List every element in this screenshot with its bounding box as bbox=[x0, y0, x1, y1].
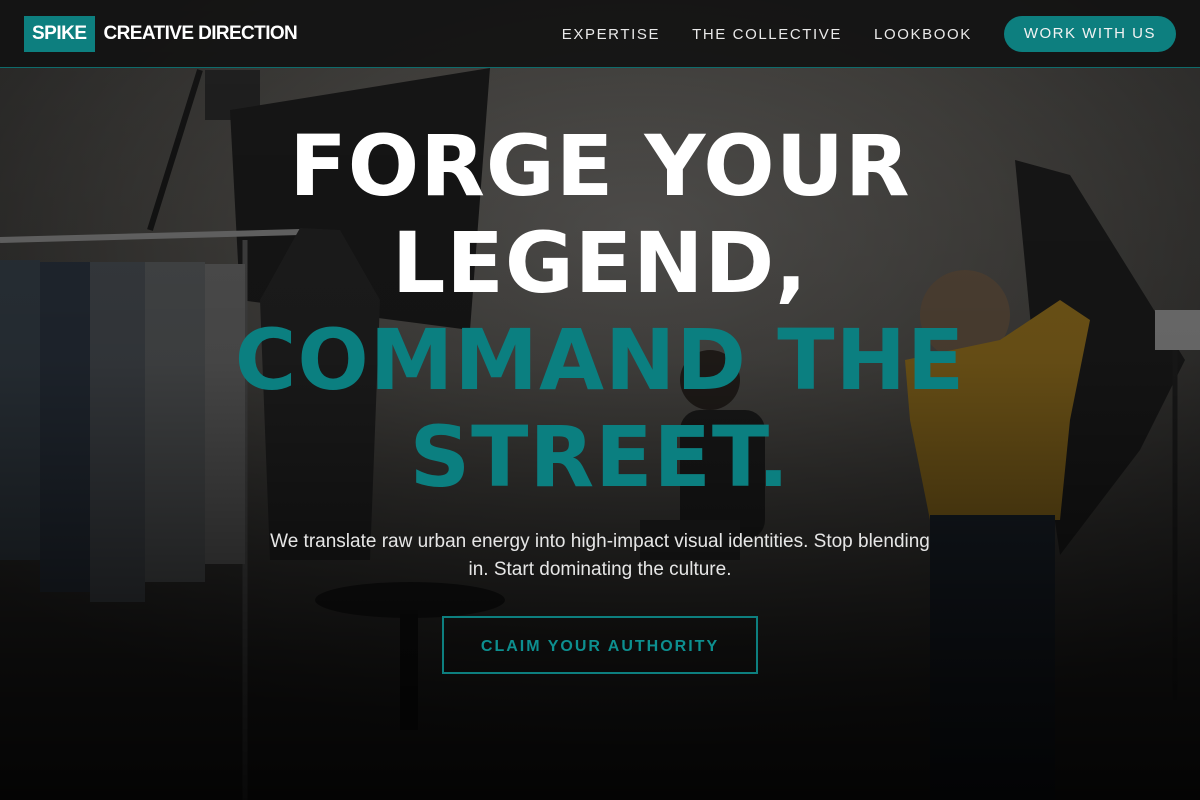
nav-links: EXPERTISE THE COLLECTIVE LOOKBOOK WORK W… bbox=[562, 16, 1176, 52]
hero-subtext: We translate raw urban energy into high-… bbox=[270, 531, 930, 580]
brand-logo-box: SPIKE bbox=[24, 16, 95, 52]
headline-line-2: LEGEND, bbox=[391, 214, 809, 312]
claim-your-authority-button[interactable]: CLAIM YOUR AUTHORITY bbox=[442, 616, 758, 674]
nav-link-expertise[interactable]: EXPERTISE bbox=[562, 26, 660, 43]
headline-line-3: COMMAND THE bbox=[234, 311, 966, 409]
nav-link-lookbook[interactable]: LOOKBOOK bbox=[874, 26, 972, 43]
headline-line-1: FORGE YOUR bbox=[289, 117, 911, 215]
nav-link-the-collective[interactable]: THE COLLECTIVE bbox=[692, 26, 842, 43]
work-with-us-button[interactable]: WORK WITH US bbox=[1003, 16, 1176, 52]
hero-section: FORGE YOUR LEGEND, COMMAND THE STREET. W… bbox=[0, 118, 1200, 674]
hero-headline: FORGE YOUR LEGEND, COMMAND THE STREET. bbox=[0, 118, 1200, 506]
brand-name: CREATIVE DIRECTION bbox=[103, 23, 298, 44]
headline-line-4: STREET. bbox=[409, 408, 791, 506]
top-navbar: SPIKE CREATIVE DIRECTION EXPERTISE THE C… bbox=[0, 0, 1200, 68]
brand-logo[interactable]: SPIKE CREATIVE DIRECTION bbox=[24, 16, 298, 52]
